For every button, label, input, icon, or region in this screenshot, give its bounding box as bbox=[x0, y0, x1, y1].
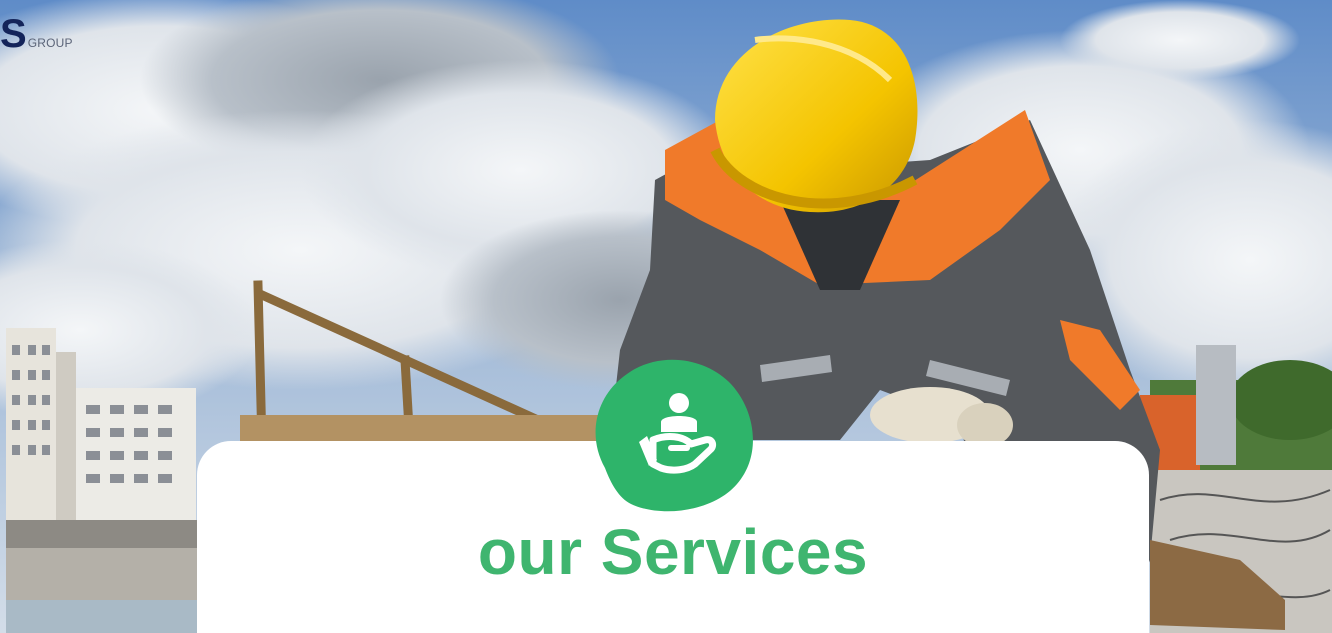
brand-logo[interactable]: S GROUP bbox=[0, 14, 73, 54]
services-title: our Services bbox=[477, 516, 869, 588]
services-badge bbox=[587, 356, 757, 512]
page: S GROUP our Services bbox=[0, 0, 1332, 633]
logo-mark: S bbox=[0, 12, 27, 56]
logo-subtitle: GROUP bbox=[27, 36, 73, 50]
